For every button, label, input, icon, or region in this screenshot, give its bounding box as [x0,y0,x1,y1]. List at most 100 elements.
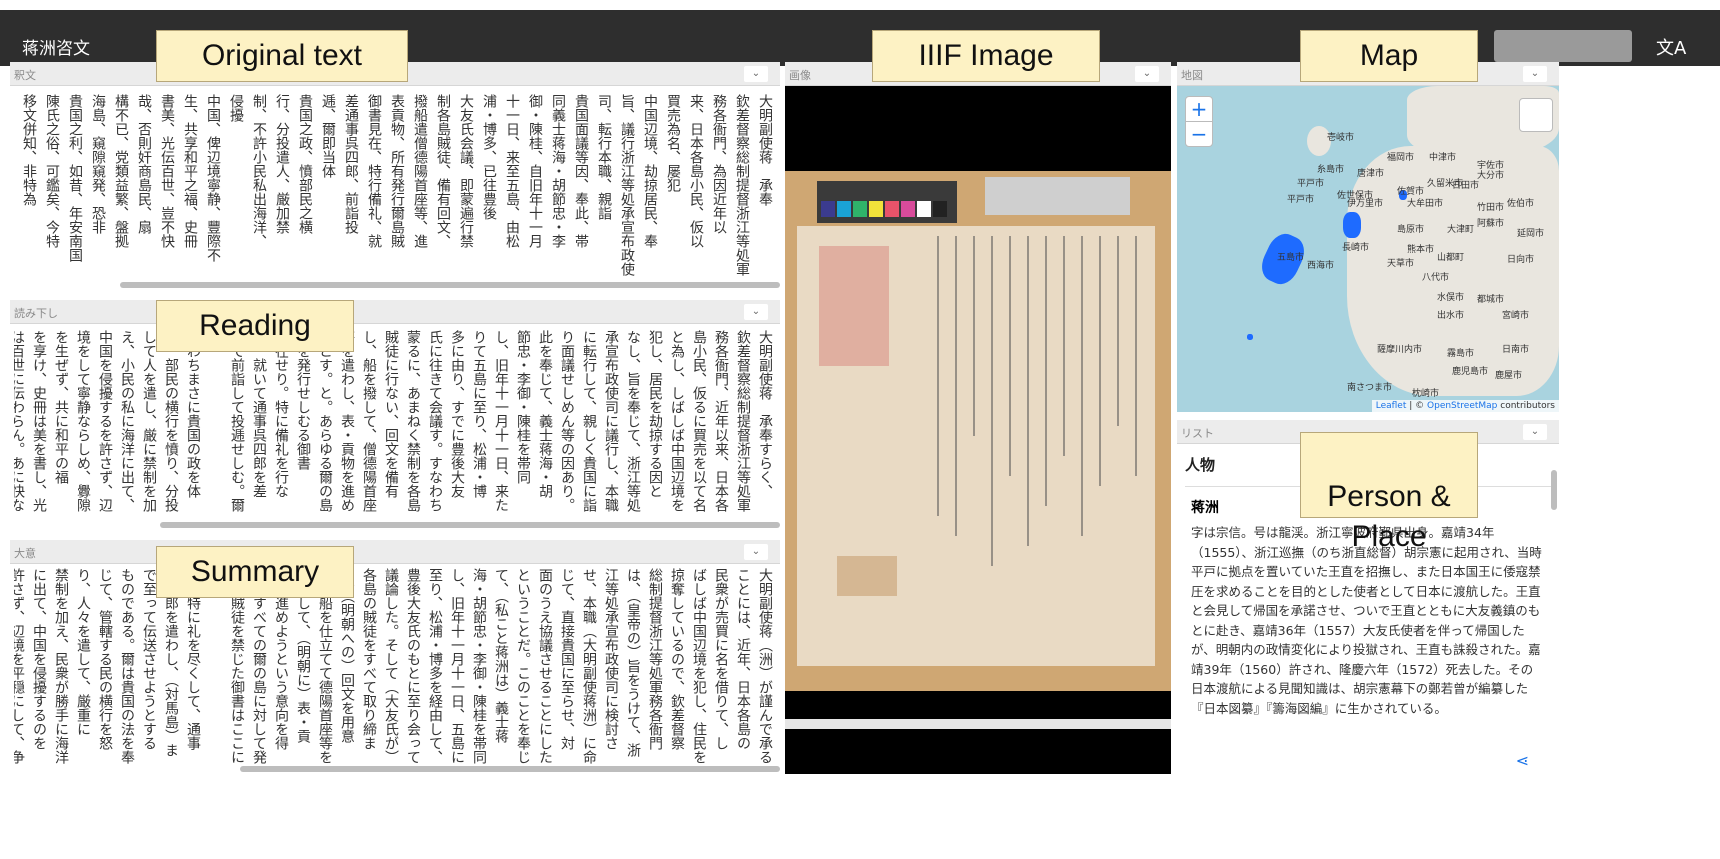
chevron-down-icon[interactable]: ⌄ [1135,66,1159,82]
text-column: 旨、議行浙江等処承宣布政使 [619,94,635,276]
text-column: 行、分投遣人、厳加禁 [274,94,290,234]
zoom-in-button[interactable]: + [1185,96,1213,122]
city-label: 都城市 [1477,295,1505,305]
city-label: 長崎市 [1342,243,1370,253]
text-column: し、船を撥して、僧德陽首座 [361,330,377,512]
callout-label: Summary [190,555,320,588]
text-column: し、部民の横行を憤り、分投 [163,330,179,512]
attribution-suffix: contributors [1497,401,1555,411]
original-text-body: 大明副使蒋 承奉 欽差督察総制提督浙江等処軍 務各衙門、為因近年以 来、日本各島小民、… [16,94,776,284]
chevron-down-icon[interactable]: ⌄ [1523,66,1547,82]
text-column: 侵擾 [228,94,244,122]
text-column: ことには、近年、日本各島の [735,568,751,750]
city-label: 唐津市 [1357,169,1385,179]
reading-text-body: 大明副使蒋 承奉すらく、 欽差督察総制提督浙江等処軍 務各衙門、近年以来、日本各 島小… [14,330,776,522]
callout-person-place: Person & Place [1300,432,1478,553]
text-column: 承宣布政使司に議行し、本職 [603,330,619,512]
scale-ruler [785,719,1171,729]
iiif-image-panel: 画像 ⌄ [785,62,1171,774]
text-column: 制各島賊徒、備有回文、 [435,94,451,248]
chevron-down-icon[interactable]: ⌄ [744,304,768,320]
app-title: 蒋洲咨文 [22,39,90,59]
text-column: 務各衙門、近年以来、日本各 [713,330,729,512]
horizontal-scrollbar[interactable] [240,766,780,772]
grey-chart [985,177,1130,215]
text-column: 氏に往きて会議す。すなわち [427,330,443,512]
panel-title: 釈文 [14,69,36,82]
layers-icon[interactable] [1519,98,1553,132]
callout-label: Reading [199,309,311,342]
text-column: 逓、爾即当体 [320,94,336,178]
text-column: 浦・博多、已往豊後 [481,94,497,220]
zoom-out-button[interactable]: − [1185,121,1213,147]
text-column: は、（皇帝の）旨をうけて、浙 [625,568,641,757]
text-column: は百世に伝わらん。あに快な [14,330,25,512]
panel-title: 大意 [14,547,36,560]
original-text-panel: 釈文 ⌄ 大明副使蒋 承奉 欽差督察総制提督浙江等処軍 務各衙門、為因近年以 来、日本… [10,62,780,290]
city-label: 枕崎市 [1412,389,1440,399]
text-column: 中国也、惟冀体 而速行之、 [16,94,17,284]
city-label: 八代市 [1422,273,1450,283]
city-label: 中津市 [1429,153,1457,163]
document-sheet [797,226,1155,666]
city-label: 日南市 [1502,345,1530,355]
text-column: 哉、否則奸商島民、扇 [136,94,152,234]
image-viewer[interactable] [785,86,1171,774]
text-column: 犯し、居民を劫掠する因と [647,330,663,498]
header-action-button[interactable] [1494,30,1632,62]
callout-original-text: Original text [156,30,408,82]
city-label: 薩摩川内市 [1377,345,1423,355]
text-column: を享け、史冊は美を書し、光 [31,330,47,512]
attribution-separator: | © [1406,401,1428,411]
text-column: 大明副使蒋（洲）が謹んで承る [757,568,773,764]
text-column: 江等処承宣布政使司に検討さ [603,568,619,750]
map-view[interactable]: + − 壱岐市 福岡市 中津市 宇佐市 糸島市 唐津市 佐賀市 大分市 平戸市 佐世保市 久留米市日… [1177,86,1559,412]
chevron-down-icon[interactable]: ⌄ [1523,424,1547,440]
text-column: し、旧年十一月十一日、五島に [449,568,465,764]
panel-header: 大意 ⌄ [10,540,780,564]
city-label: 日田市 [1452,181,1480,191]
text-column: い、就いて通事呉四郎を差 [251,330,267,498]
city-label: 大分市 [1477,171,1505,181]
callout-label: Original text [201,39,363,72]
text-column: 買売為名、屡犯 [665,94,681,192]
city-label: 天草市 [1387,259,1415,269]
map-attribution: Leaflet | © OpenStreetMap contributors [1371,400,1559,412]
city-label: 南さつま市 [1347,383,1393,393]
text-column: し、旧年十一月十一日、来た [493,330,509,512]
text-column: 欽差督察総制提督浙江等処軍 [735,330,751,512]
city-label: 伊万里市 [1347,199,1384,209]
city-label: 山都町 [1437,253,1465,263]
city-label: 福岡市 [1387,153,1415,163]
person-name: 蒋洲 [1191,500,1219,516]
share-icon[interactable]: ⋖ [1516,751,1529,770]
text-column: じて、管轄する民の横行を怒 [97,568,113,750]
summary-text-body: 大明副使蒋（洲）が謹んで承る ことには、近年、日本各島の 民衆が売買に名を借りて、し… [14,568,776,764]
text-column: 中国辺境、劫掠居民、奉 [642,94,658,248]
city-label: 出水市 [1437,311,1465,321]
city-label: 延岡市 [1517,229,1545,239]
text-column: 撥船遣僧德陽首座等、進 [412,94,428,248]
text-column: 各島の賊徒をすべて取り締ま [361,568,377,750]
text-column: 見在せり。特に備礼を行な [273,330,289,498]
panel-header: 読み下し ⌄ [10,300,780,324]
text-column: 貴国之政、憤部民之横 [297,94,313,234]
chevron-down-icon[interactable]: ⌄ [744,66,768,82]
translate-icon[interactable]: 文A [1656,34,1686,60]
city-label: 平戸市 [1297,179,1325,189]
text-column: ものである。爾は貴国の法を奉 [119,568,135,764]
text-column: 境をして寧静ならしめ、釁隙 [75,330,91,512]
text-column: 表貢物、所有発行爾島賊 [389,94,405,248]
vertical-scrollbar[interactable] [1551,470,1557,510]
chevron-down-icon[interactable]: ⌄ [744,544,768,560]
text-column: 中国、俾辺境寧静、豐際不 [205,94,221,262]
horizontal-scrollbar[interactable] [160,522,780,528]
osm-link[interactable]: OpenStreetMap [1427,401,1497,411]
horizontal-scrollbar[interactable] [120,282,780,288]
text-column: 欽差督察総制提督浙江等処軍 [734,94,750,276]
city-label: 西海市 [1307,261,1335,271]
text-column: 禁制を加え、民衆が勝手に海洋 [53,568,69,764]
text-column: して人を遣し、厳に禁制を加 [141,330,157,512]
city-label: 阿蘇市 [1477,219,1505,229]
leaflet-link[interactable]: Leaflet [1376,401,1407,411]
